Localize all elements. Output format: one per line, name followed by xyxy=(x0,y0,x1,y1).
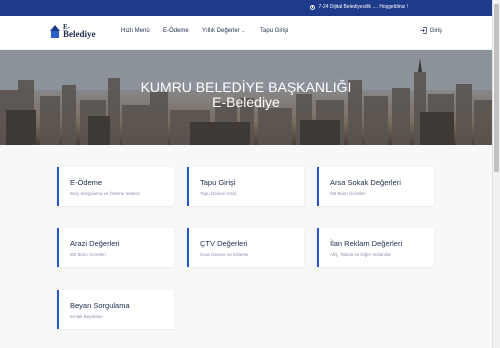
logo-text-line2: Belediye xyxy=(63,29,96,39)
page-scrollbar[interactable] xyxy=(492,0,500,348)
card-ctv-degerleri[interactable]: ÇTV Değerleri Grup Derece ve Kriterler xyxy=(187,228,304,267)
card-title: İlan Reklam Değerleri xyxy=(330,239,403,248)
card-title: Tapu Girişi xyxy=(200,178,236,187)
card-beyan-sorgulama[interactable]: Beyan Sorgulama Emlak Beyanları xyxy=(57,290,174,329)
card-title: ÇTV Değerleri xyxy=(200,239,248,248)
hero-title: KUMRU BELEDİYE BAŞKANLIĞI xyxy=(140,79,352,95)
hero-banner: KUMRU BELEDİYE BAŞKANLIĞI E-Belediye xyxy=(0,50,492,145)
card-e-odeme[interactable]: E-Ödeme Borç Sorgulama ve Ödeme Sistemi xyxy=(57,167,174,206)
card-subtitle: Afiş, Tabela ve Diğer reklamlar xyxy=(330,252,391,257)
card-subtitle: Tapu Dairesi Girişi xyxy=(200,191,237,196)
card-subtitle: M2 Birim Ücretleri xyxy=(330,191,366,196)
login-button[interactable]: Giriş xyxy=(420,27,442,34)
card-title: Arazi Değerleri xyxy=(70,239,120,248)
site-logo[interactable]: E- Belediye xyxy=(50,24,96,39)
card-subtitle: Borç Sorgulama ve Ödeme Sistemi xyxy=(70,191,141,196)
card-tapu-girisi[interactable]: Tapu Girişi Tapu Dairesi Girişi xyxy=(187,167,304,206)
card-title: Beyan Sorgulama xyxy=(70,301,130,310)
card-title: E-Ödeme xyxy=(70,178,103,187)
hero-subtitle: E-Belediye xyxy=(212,94,280,110)
card-subtitle: Grup Derece ve Kriterler xyxy=(200,252,249,257)
chevron-down-icon: ⌄ xyxy=(241,28,246,33)
top-info-bar: 7-24 Dijital Belediyecilik .... Hoşgeldi… xyxy=(0,0,492,16)
card-title: Arsa Sokak Değerleri xyxy=(330,178,401,187)
nav-item-yillik-degerler[interactable]: Yıllık Değerler ⌄ xyxy=(202,28,245,34)
card-arsa-sokak-degerleri[interactable]: Arsa Sokak Değerleri M2 Birim Ücretleri xyxy=(317,167,434,206)
nav-item-tapu-girisi[interactable]: Tapu Girişi xyxy=(260,28,288,34)
login-label: Giriş xyxy=(429,27,442,34)
main-navbar: E- Belediye Hızlı Menü E-Ödeme Yıllık De… xyxy=(0,16,492,50)
card-ilan-reklam-degerleri[interactable]: İlan Reklam Değerleri Afiş, Tabela ve Di… xyxy=(317,228,434,267)
building-logo-icon xyxy=(50,24,60,39)
card-arazi-degerleri[interactable]: Arazi Değerleri M2 Birim Ücretleri xyxy=(57,228,174,267)
card-subtitle: Emlak Beyanları xyxy=(70,314,103,319)
nav-item-e-odeme[interactable]: E-Ödeme xyxy=(163,28,189,34)
welcome-notice: 7-24 Dijital Belediyecilik .... Hoşgeldi… xyxy=(309,4,408,10)
info-icon xyxy=(309,4,315,10)
scrollbar-thumb[interactable] xyxy=(494,4,499,172)
welcome-notice-text: 7-24 Dijital Belediyecilik .... Hoşgeldi… xyxy=(318,4,408,10)
nav-item-yillik-degerler-label: Yıllık Değerler xyxy=(202,28,240,34)
card-subtitle: M2 Birim Ücretleri xyxy=(70,252,106,257)
login-icon xyxy=(420,27,427,34)
nav-item-hizli-menu[interactable]: Hızlı Menü xyxy=(121,28,150,34)
